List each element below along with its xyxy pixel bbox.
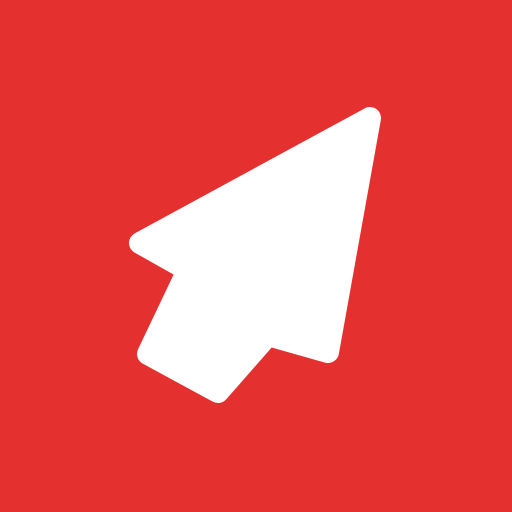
app-icon-canvas	[0, 0, 512, 512]
app-icon	[0, 0, 512, 512]
